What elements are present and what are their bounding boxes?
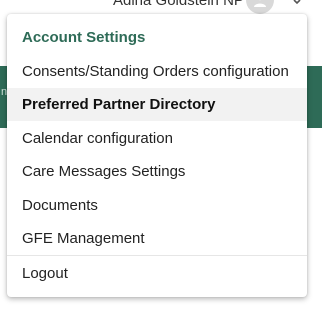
menu-item-gfe-management[interactable]: GFE Management [7, 222, 307, 255]
menu-item-care-messages-settings[interactable]: Care Messages Settings [7, 155, 307, 188]
menu-item-calendar-configuration[interactable]: Calendar configuration [7, 122, 307, 155]
user-avatar-icon[interactable] [246, 0, 274, 14]
menu-item-preferred-partner-directory[interactable]: Preferred Partner Directory [7, 88, 307, 121]
menu-header: Account Settings [22, 29, 146, 46]
page: Adina Goldstein NP n Account Settings Co… [0, 0, 322, 326]
user-name[interactable]: Adina Goldstein NP [113, 0, 244, 9]
menu-divider [7, 255, 307, 256]
background-banner [306, 66, 322, 128]
logout-menu-item[interactable]: Logout [7, 257, 307, 290]
account-dropdown-menu: Account Settings Consents/Standing Order… [7, 14, 307, 297]
chevron-down-icon[interactable] [292, 0, 302, 7]
menu-item-consents-standing-orders[interactable]: Consents/Standing Orders configuration [7, 55, 307, 88]
menu-item-documents[interactable]: Documents [7, 189, 307, 222]
app-header: Adina Goldstein NP [0, 0, 322, 14]
